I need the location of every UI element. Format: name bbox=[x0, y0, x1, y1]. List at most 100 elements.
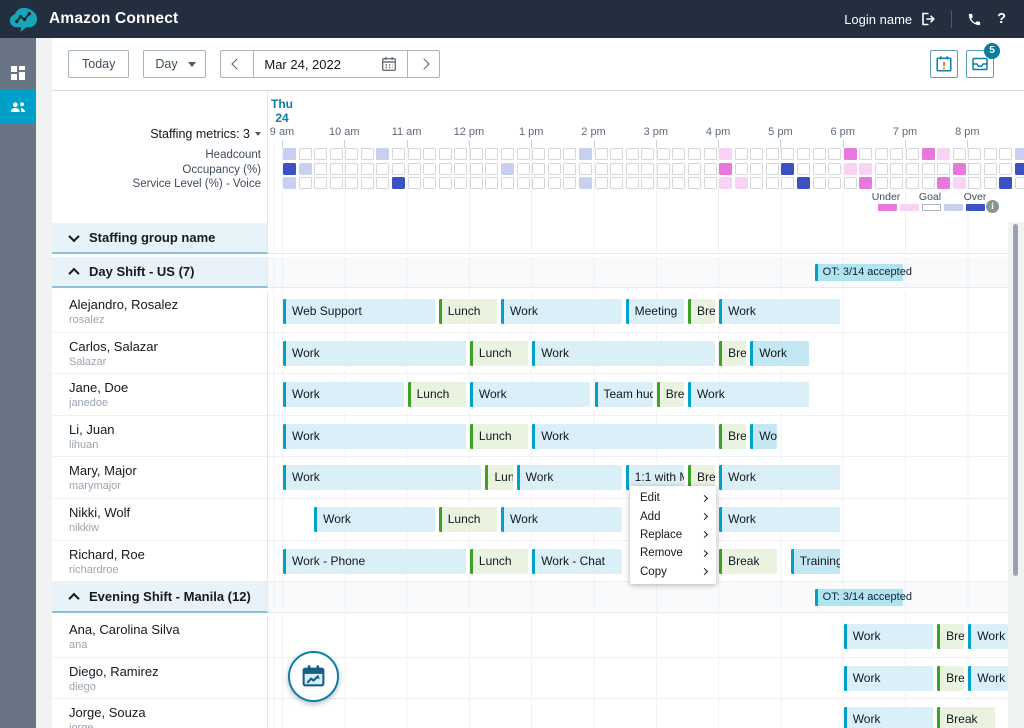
menu-item-copy[interactable]: Copy bbox=[630, 563, 716, 581]
schedule-bar[interactable]: Work bbox=[719, 299, 840, 324]
schedule-bar[interactable]: Work bbox=[283, 382, 404, 408]
employee-info[interactable]: Richard, Roe richardroe bbox=[52, 540, 268, 583]
group-header[interactable]: Evening Shift - Manila (12) bbox=[52, 582, 268, 614]
heatmap-cell bbox=[360, 148, 374, 160]
heatmap-cell bbox=[968, 177, 982, 189]
schedule-bar[interactable]: Work bbox=[843, 665, 934, 691]
heatmap-cell bbox=[392, 148, 406, 160]
staffing-metrics-dropdown[interactable]: Staffing metrics: 3 bbox=[150, 127, 261, 141]
menu-item-label: Copy bbox=[640, 565, 667, 578]
chevron-down-icon bbox=[68, 230, 80, 242]
hour-tick bbox=[468, 140, 470, 148]
sidebar-item-scheduling[interactable] bbox=[0, 90, 36, 124]
employee-info[interactable]: Carlos, Salazar Salazar bbox=[52, 332, 268, 375]
schedule-bar[interactable]: Training bbox=[790, 548, 840, 574]
schedule-bar[interactable]: Work bbox=[283, 465, 482, 491]
sidebar-item-dashboard[interactable] bbox=[0, 56, 36, 90]
generate-schedule-fab[interactable] bbox=[288, 651, 339, 702]
employee-info[interactable]: Ana, Carolina Silva ana bbox=[52, 616, 268, 658]
header-divider bbox=[951, 10, 953, 28]
menu-item-add[interactable]: Add bbox=[630, 507, 716, 525]
heatmap-cell bbox=[469, 162, 483, 175]
employee-timeline: WorkBreakWork bbox=[268, 699, 1024, 728]
schedule-bar[interactable]: Lunch bbox=[438, 299, 498, 324]
inbox-button[interactable]: 5 bbox=[966, 43, 1000, 78]
calendar-alerts-button[interactable] bbox=[930, 50, 958, 78]
overtime-badge[interactable]: OT: 3/14 accepted bbox=[814, 589, 912, 607]
heatmap-cell bbox=[734, 177, 748, 189]
view-granularity-select[interactable]: Day bbox=[143, 50, 207, 78]
schedule-bar[interactable]: Lun.. bbox=[485, 465, 513, 491]
heatmap-cell bbox=[360, 177, 374, 189]
schedule-bar[interactable]: Lunch bbox=[438, 506, 498, 532]
schedule-bar[interactable]: Work bbox=[750, 423, 778, 449]
date-picker[interactable]: Mar 24, 2022 bbox=[253, 51, 407, 77]
schedule-bar[interactable]: Break bbox=[937, 707, 996, 728]
phone-button[interactable] bbox=[967, 12, 982, 27]
schedule-bar[interactable]: Work bbox=[469, 382, 591, 408]
login-menu-button[interactable]: Login name bbox=[844, 11, 936, 27]
employee-info[interactable]: Jorge, Souzajorge bbox=[52, 699, 268, 728]
menu-item-replace[interactable]: Replace bbox=[630, 526, 716, 544]
schedule-bar[interactable]: Work bbox=[687, 382, 809, 408]
overtime-badge[interactable]: OT: 3/14 accepted bbox=[814, 264, 912, 281]
schedule-bar[interactable]: Work bbox=[501, 299, 622, 324]
schedule-bar[interactable]: Bre.. bbox=[687, 299, 716, 324]
schedule-bar[interactable]: Lunch bbox=[469, 340, 529, 366]
group-name: Day Shift - US (7) bbox=[89, 264, 195, 279]
employee-info[interactable]: Diego, Ramirez diego bbox=[52, 657, 268, 700]
schedule-bar[interactable]: Work bbox=[719, 465, 840, 491]
scrollbar-thumb[interactable] bbox=[1013, 224, 1018, 576]
group-header[interactable]: Day Shift - US (7) bbox=[52, 257, 268, 288]
employee-timeline: Web SupportLunchWorkMeetingBre..Work bbox=[268, 291, 1024, 333]
employee-info[interactable]: Jane, Doe janedoe bbox=[52, 374, 268, 416]
schedule-bar[interactable]: Bre.. bbox=[719, 340, 747, 366]
employee-info[interactable]: Nikki, Wolf nikkiw bbox=[52, 498, 268, 541]
hour-label: 3 pm bbox=[643, 126, 669, 138]
employee-info[interactable]: Alejandro, Rosalez rosalez bbox=[52, 291, 268, 333]
employee-info[interactable]: Mary, Major marymajor bbox=[52, 457, 268, 499]
schedule-bar[interactable]: Work bbox=[843, 624, 934, 650]
schedule-bar[interactable]: Work - Chat bbox=[532, 548, 622, 574]
schedule-bar[interactable]: Team huddle bbox=[594, 382, 653, 408]
schedule-bar[interactable]: Meeting bbox=[625, 299, 684, 324]
info-icon[interactable]: i bbox=[986, 200, 999, 213]
schedule-bar[interactable]: Bre.. bbox=[656, 382, 684, 408]
schedule-bar[interactable]: Work bbox=[283, 340, 466, 366]
employee-row: Carlos, SalazarSalazarWorkLunchWorkBre..… bbox=[52, 332, 1024, 375]
group-header-band: OT: 3/14 accepted bbox=[268, 257, 1024, 288]
schedule-bar[interactable]: Work bbox=[532, 423, 716, 449]
heatmap-cell bbox=[454, 177, 468, 189]
group-header[interactable]: Staffing group name bbox=[52, 223, 268, 254]
heatmap-cell bbox=[594, 177, 608, 189]
schedule-bar[interactable]: Lunch bbox=[469, 548, 529, 574]
schedule-bar[interactable]: Web Support bbox=[283, 299, 435, 324]
previous-day-button[interactable] bbox=[221, 51, 254, 77]
schedule-bar[interactable]: Work bbox=[516, 465, 622, 491]
schedule-bar[interactable]: Work bbox=[501, 506, 622, 532]
schedule-bar[interactable]: Work bbox=[532, 340, 716, 366]
schedule-bar[interactable]: Lunch bbox=[407, 382, 466, 408]
schedule-bar[interactable]: Work bbox=[843, 707, 934, 728]
menu-item-remove[interactable]: Remove bbox=[630, 544, 716, 562]
heatmap-cell bbox=[750, 177, 764, 189]
schedule-bar[interactable]: Work bbox=[314, 506, 435, 532]
schedule-bar[interactable]: Work bbox=[283, 423, 466, 449]
heatmap-cell bbox=[563, 162, 577, 175]
staffing-metrics-labels: Staffing metrics: 3 Headcount Occupancy … bbox=[52, 91, 268, 223]
schedule-bar[interactable]: Bre.. bbox=[719, 423, 747, 449]
next-day-button[interactable] bbox=[407, 51, 440, 77]
schedule-bar[interactable]: Work bbox=[750, 340, 809, 366]
chevron-right-icon bbox=[700, 549, 709, 557]
schedule-bar[interactable]: Bre... bbox=[937, 665, 965, 691]
schedule-bar[interactable]: Lunch bbox=[469, 423, 529, 449]
schedule-bar[interactable]: Break bbox=[719, 548, 778, 574]
heatmap-cell bbox=[314, 148, 328, 160]
today-button[interactable]: Today bbox=[68, 50, 130, 78]
menu-item-edit[interactable]: Edit bbox=[630, 489, 716, 507]
schedule-bar[interactable]: Work bbox=[719, 506, 840, 532]
employee-info[interactable]: Li, Juan lihuan bbox=[52, 415, 268, 458]
help-button[interactable]: ? bbox=[997, 11, 1006, 27]
schedule-bar[interactable]: Bre... bbox=[937, 624, 965, 650]
schedule-bar[interactable]: Work - Phone bbox=[283, 548, 466, 574]
